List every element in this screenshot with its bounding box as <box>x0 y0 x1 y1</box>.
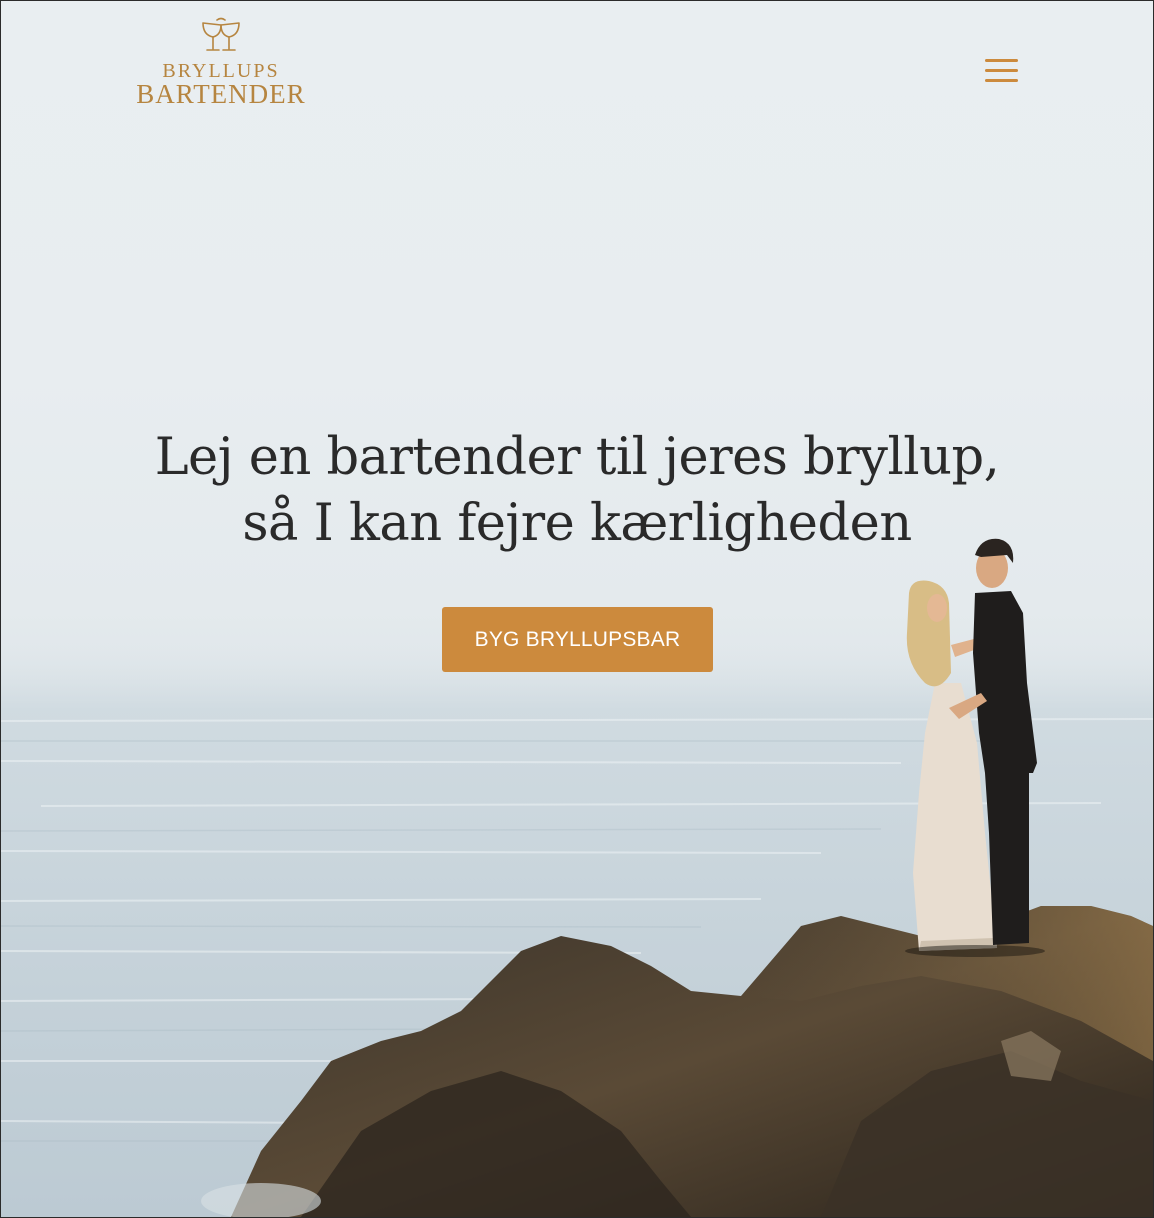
logo-text-bottom: BARTENDER <box>136 79 306 109</box>
menu-bar <box>985 69 1018 72</box>
hero-title-line-2: så I kan fejre kærligheden <box>242 494 912 553</box>
couple-photo <box>905 538 1045 957</box>
hero-title-line-1: Lej en bartender til jeres bryllup, <box>154 428 1000 487</box>
menu-bar <box>985 79 1018 82</box>
logo-text-top: BRYLLUPS <box>162 60 280 82</box>
build-wedding-bar-button[interactable]: BYG BRYLLUPSBAR <box>442 607 713 672</box>
hamburger-menu-icon[interactable] <box>983 56 1023 88</box>
page: BRYLLUPS BARTENDER Lej en bartender til … <box>0 0 1154 1218</box>
menu-bar <box>985 59 1018 62</box>
champagne-glasses-icon <box>202 17 240 51</box>
site-logo[interactable]: BRYLLUPS BARTENDER <box>119 17 323 109</box>
hero-title: Lej en bartender til jeres bryllup, så I… <box>1 425 1153 557</box>
